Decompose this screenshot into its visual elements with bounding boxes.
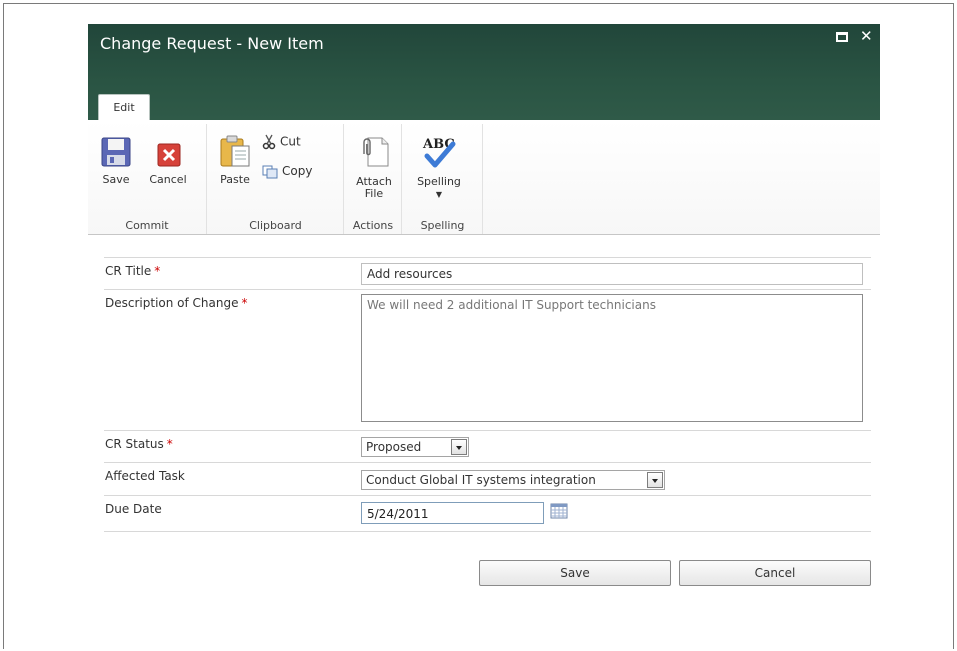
affected-task-label: Affected Task (105, 469, 185, 483)
affected-task-value: Conduct Global IT systems integration (366, 473, 596, 487)
ribbon-group-actions: Attach File Actions (345, 124, 402, 234)
abc-check-icon: ABC (422, 137, 456, 168)
cr-status-value: Proposed (366, 440, 422, 454)
chevron-down-icon[interactable] (451, 439, 467, 455)
cr-title-label-text: CR Title (105, 264, 152, 278)
ribbon-group-clipboard: Paste Cut Copy Clipboard (208, 124, 344, 234)
description-label: Description of Change * (105, 296, 247, 310)
ribbon-attach-label-2: File (364, 187, 384, 200)
paperclip-icon (363, 137, 389, 167)
ribbon-cut-button[interactable]: Cut (262, 134, 301, 150)
ribbon-save-button[interactable]: Save (96, 136, 136, 186)
description-label-text: Description of Change (105, 296, 239, 310)
ribbon-group-commit: Save Cancel Commit (88, 124, 207, 234)
copy-icon (262, 165, 278, 178)
form-row-cr-status: CR Status * Proposed (104, 430, 871, 462)
ribbon-group-spelling: ABC Spelling ▼ Spelling (403, 124, 483, 234)
affected-task-select[interactable]: Conduct Global IT systems integration (361, 470, 665, 490)
group-label-actions: Actions (352, 219, 394, 232)
required-marker: * (166, 437, 173, 451)
ribbon-spelling-label: Spelling (417, 175, 461, 188)
floppy-disk-icon (101, 137, 131, 167)
cr-title-input[interactable]: Add resources (361, 263, 863, 285)
cancel-button[interactable]: Cancel (679, 560, 871, 586)
ribbon-copy-label: Copy (282, 164, 313, 178)
cr-status-label: CR Status * (105, 437, 173, 451)
cr-status-select[interactable]: Proposed (361, 437, 469, 457)
ribbon-cancel-button[interactable]: Cancel (144, 136, 192, 186)
required-marker: * (154, 264, 161, 278)
form-row-due-date: Due Date 5/24/2011 (104, 495, 871, 532)
tab-edit[interactable]: Edit (98, 94, 150, 121)
ribbon-cancel-label: Cancel (149, 173, 187, 186)
calendar-icon[interactable] (550, 503, 568, 519)
scissors-icon (262, 134, 276, 150)
red-x-icon (157, 143, 181, 167)
save-button[interactable]: Save (479, 560, 671, 586)
chevron-down-icon: ▼ (435, 190, 443, 199)
ribbon-paste-label: Paste (220, 173, 250, 186)
due-date-label: Due Date (105, 502, 162, 516)
group-label-commit: Commit (125, 219, 169, 232)
ribbon-copy-button[interactable]: Copy (262, 164, 312, 179)
clipboard-icon (220, 135, 250, 167)
ribbon-cut-label: Cut (280, 134, 301, 149)
required-marker: * (241, 296, 248, 310)
cr-title-label: CR Title * (105, 264, 160, 278)
ribbon: Save Cancel Commit Paste Cut Copy Clipbo… (88, 120, 880, 235)
group-label-clipboard: Clipboard (249, 219, 302, 232)
form-row-description: Description of Change * We will need 2 ad… (104, 289, 871, 429)
ribbon-attach-file-button[interactable]: Attach File (351, 136, 397, 200)
group-label-spelling: Spelling (420, 219, 465, 232)
cr-status-label-text: CR Status (105, 437, 164, 451)
form-row-cr-title: CR Title * Add resources (104, 257, 871, 289)
dialog-title: Change Request - New Item (100, 34, 324, 53)
due-date-input[interactable]: 5/24/2011 (361, 502, 544, 524)
ribbon-save-label: Save (102, 173, 130, 186)
dialog-titlebar: Change Request - New Item ✕ Edit (88, 24, 880, 121)
ribbon-spelling-button[interactable]: ABC Spelling ▼ (409, 134, 469, 201)
chevron-down-icon[interactable] (647, 472, 663, 488)
form-row-affected-task: Affected Task Conduct Global IT systems … (104, 462, 871, 495)
close-icon[interactable]: ✕ (860, 27, 873, 45)
ribbon-paste-button[interactable]: Paste (214, 134, 256, 186)
description-textarea[interactable]: We will need 2 additional IT Support tec… (361, 294, 863, 422)
maximize-icon[interactable] (836, 32, 848, 42)
